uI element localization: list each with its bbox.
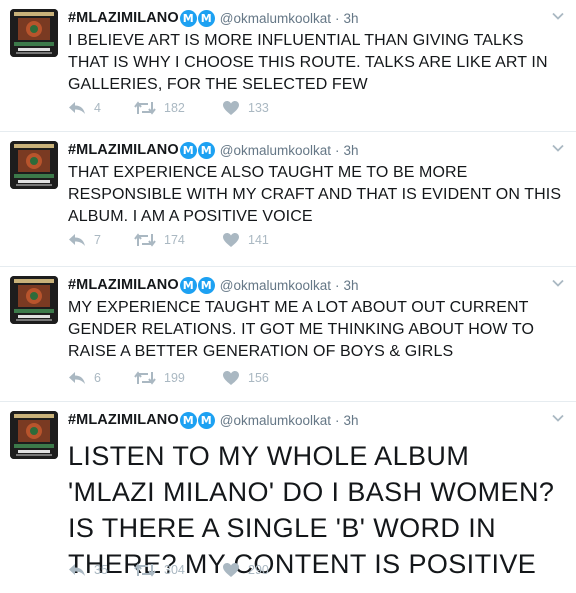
avatar[interactable] bbox=[10, 141, 58, 189]
display-name[interactable]: #MLAZIMILANO bbox=[68, 277, 179, 293]
reply-button[interactable]: 35 bbox=[68, 562, 134, 578]
avatar[interactable] bbox=[10, 411, 58, 459]
reply-icon bbox=[69, 234, 85, 246]
chevron-down-icon[interactable] bbox=[550, 275, 566, 291]
like-count: 156 bbox=[248, 371, 269, 385]
user-handle[interactable]: @okmalumkoolkat bbox=[220, 278, 331, 293]
heart-icon bbox=[223, 101, 239, 115]
heart-icon bbox=[223, 371, 239, 385]
tweet-text: LISTEN TO MY WHOLE ALBUM 'MLAZI MILANO' … bbox=[68, 441, 555, 579]
like-count: 141 bbox=[248, 233, 269, 247]
reply-button[interactable]: 4 bbox=[68, 100, 134, 116]
reply-icon bbox=[69, 372, 85, 384]
tweet-text: THAT EXPERIENCE ALSO TAUGHT ME TO BE MOR… bbox=[68, 164, 562, 225]
m-badge-icon: M bbox=[179, 276, 197, 294]
avatar[interactable] bbox=[10, 9, 58, 57]
user-handle[interactable]: @okmalumkoolkat bbox=[220, 413, 331, 428]
retweet-icon bbox=[134, 563, 156, 577]
tweet[interactable]: #MLAZIMILANO M M @okmalumkoolkat · 3h I … bbox=[0, 0, 576, 132]
display-name[interactable]: #MLAZIMILANO bbox=[68, 412, 179, 428]
retweet-count: 174 bbox=[164, 233, 185, 247]
reply-button[interactable]: 7 bbox=[68, 232, 134, 248]
timestamp[interactable]: 3h bbox=[344, 11, 359, 26]
m-badge-icon: M bbox=[197, 411, 215, 429]
separator-dot: · bbox=[335, 412, 340, 428]
user-handle[interactable]: @okmalumkoolkat bbox=[220, 11, 331, 26]
timestamp[interactable]: 3h bbox=[344, 278, 359, 293]
tweet-header: #MLAZIMILANO M M @okmalumkoolkat · 3h bbox=[68, 8, 564, 28]
retweet-icon bbox=[134, 101, 156, 115]
tweet-text: MY EXPERIENCE TAUGHT ME A LOT ABOUT OUT … bbox=[68, 299, 535, 360]
retweet-icon bbox=[134, 233, 156, 247]
timestamp[interactable]: 3h bbox=[344, 143, 359, 158]
like-button[interactable]: 156 bbox=[222, 370, 292, 386]
m-badge-icon: M bbox=[197, 141, 215, 159]
m-badge-icon: M bbox=[179, 9, 197, 27]
tweet-actions: 6 199 156 bbox=[68, 370, 292, 386]
tweet-text: I BELIEVE ART IS MORE INFLUENTIAL THAN G… bbox=[68, 32, 548, 93]
chevron-down-icon[interactable] bbox=[550, 410, 566, 426]
avatar[interactable] bbox=[10, 276, 58, 324]
reply-count: 6 bbox=[94, 371, 101, 385]
reply-icon bbox=[69, 564, 85, 576]
user-handle[interactable]: @okmalumkoolkat bbox=[220, 143, 331, 158]
separator-dot: · bbox=[335, 10, 340, 26]
m-badge-icon: M bbox=[197, 276, 215, 294]
like-button[interactable]: 133 bbox=[222, 100, 292, 116]
m-badge-icon: M bbox=[179, 411, 197, 429]
chevron-down-icon[interactable] bbox=[550, 8, 566, 24]
m-badge-icon: M bbox=[179, 141, 197, 159]
retweet-count: 182 bbox=[164, 101, 185, 115]
timestamp[interactable]: 3h bbox=[344, 413, 359, 428]
separator-dot: · bbox=[335, 142, 340, 158]
chevron-down-icon[interactable] bbox=[550, 140, 566, 156]
retweet-button[interactable]: 182 bbox=[134, 100, 222, 116]
reply-icon bbox=[69, 102, 85, 114]
reply-count: 35 bbox=[94, 563, 108, 577]
retweet-count: 199 bbox=[164, 371, 185, 385]
tweet-actions: 4 182 133 bbox=[68, 100, 292, 116]
retweet-count: 304 bbox=[164, 563, 185, 577]
like-count: 133 bbox=[248, 101, 269, 115]
reply-button[interactable]: 6 bbox=[68, 370, 134, 386]
tweet-feed: #MLAZIMILANO M M @okmalumkoolkat · 3h I … bbox=[0, 0, 576, 593]
tweet[interactable]: #MLAZIMILANO M M @okmalumkoolkat · 3h MY… bbox=[0, 267, 576, 402]
tweet-header: #MLAZIMILANO M M @okmalumkoolkat · 3h bbox=[68, 410, 564, 430]
tweet[interactable]: #MLAZIMILANO M M @okmalumkoolkat · 3h LI… bbox=[0, 402, 576, 593]
retweet-button[interactable]: 199 bbox=[134, 370, 222, 386]
tweet-actions: 35 304 290 bbox=[68, 562, 292, 578]
like-button[interactable]: 290 bbox=[222, 562, 292, 578]
tweet-header: #MLAZIMILANO M M @okmalumkoolkat · 3h bbox=[68, 140, 564, 160]
display-name[interactable]: #MLAZIMILANO bbox=[68, 10, 179, 26]
retweet-icon bbox=[134, 371, 156, 385]
retweet-button[interactable]: 304 bbox=[134, 562, 222, 578]
like-button[interactable]: 141 bbox=[222, 232, 292, 248]
display-name[interactable]: #MLAZIMILANO bbox=[68, 142, 179, 158]
heart-icon bbox=[223, 563, 239, 577]
reply-count: 7 bbox=[94, 233, 101, 247]
tweet[interactable]: #MLAZIMILANO M M @okmalumkoolkat · 3h TH… bbox=[0, 132, 576, 267]
heart-icon bbox=[223, 233, 239, 247]
like-count: 290 bbox=[248, 563, 269, 577]
m-badge-icon: M bbox=[197, 9, 215, 27]
tweet-actions: 7 174 141 bbox=[68, 232, 292, 248]
retweet-button[interactable]: 174 bbox=[134, 232, 222, 248]
reply-count: 4 bbox=[94, 101, 101, 115]
separator-dot: · bbox=[335, 277, 340, 293]
tweet-header: #MLAZIMILANO M M @okmalumkoolkat · 3h bbox=[68, 275, 564, 295]
